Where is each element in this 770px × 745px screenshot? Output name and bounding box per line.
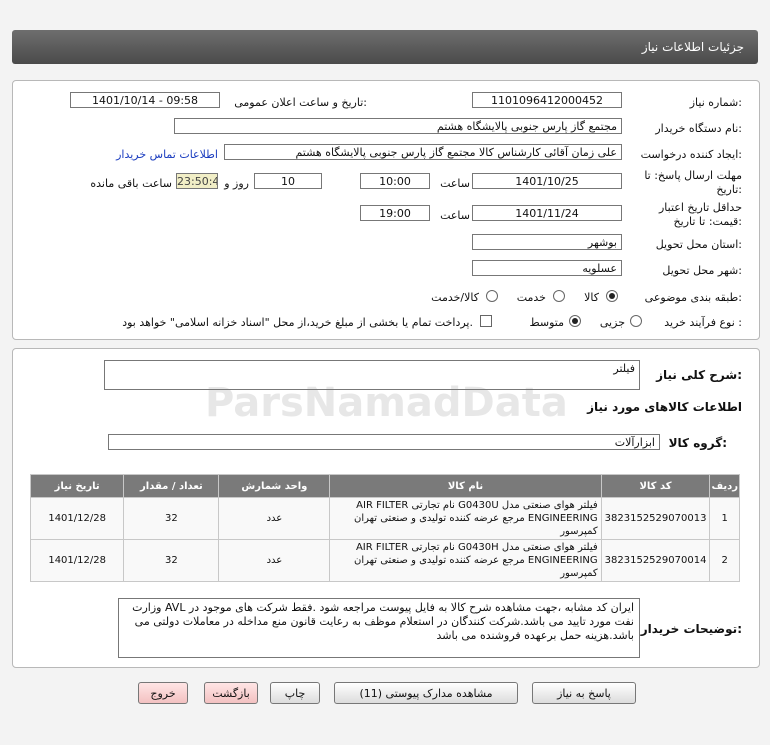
announce-datetime-label: تاریخ و ساعت اعلان عمومی:	[234, 96, 367, 109]
col-unit: واحد شمارش	[218, 474, 331, 498]
goods-table: ردیف کد کالا نام کالا واحد شمارش تعداد /…	[29, 474, 740, 582]
category-option-goods-service: کالا/خدمت	[431, 291, 479, 304]
cell-row: 2	[709, 539, 740, 582]
buyer-org-label: نام دستگاه خریدار:	[655, 122, 742, 135]
category-option-goods: کالا	[584, 291, 599, 304]
cell-date: 1401/12/28	[29, 497, 125, 540]
category-radio-service[interactable]	[553, 290, 565, 302]
need-number-field: 1101096412000452	[472, 92, 622, 108]
deadline-label: مهلت ارسال پاسخ: تا تاریخ:	[644, 169, 742, 196]
province-field: بوشهر	[472, 234, 622, 250]
attachments-button[interactable]: مشاهده مدارک پیوستی (11)	[334, 682, 518, 704]
buyer-contact-link[interactable]: اطلاعات تماس خریدار	[116, 148, 218, 161]
col-name: نام کالا	[329, 474, 602, 498]
table-row: 1 3823152529070013 فیلتر هوای صنعتی مدل …	[29, 497, 740, 540]
deadline-time-label: ساعت	[440, 177, 470, 190]
deadline-time-field: 10:00	[360, 173, 430, 189]
goods-info-title: اطلاعات کالاهای مورد نیاز	[587, 400, 742, 414]
back-button[interactable]: بازگشت	[204, 682, 258, 704]
requester-label: ایجاد کننده درخواست:	[640, 148, 742, 161]
col-code: کد کالا	[600, 474, 711, 498]
cell-qty: 32	[123, 497, 220, 540]
table-row: 2 3823152529070014 فیلتر هوای صنعتی مدل …	[29, 539, 740, 582]
process-option-minor: جزیی	[599, 316, 625, 329]
col-qty: تعداد / مقدار	[123, 474, 220, 498]
treasury-payment-checkbox[interactable]	[480, 315, 492, 327]
goods-group-label: گروه کالا:	[668, 436, 727, 450]
goods-group-field: ابزارآلات	[108, 434, 660, 450]
process-radio-medium[interactable]	[569, 315, 581, 327]
validity-time-label: ساعت	[440, 209, 470, 222]
category-label: طبقه بندی موضوعی:	[644, 291, 742, 304]
buyer-org-field: مجتمع گاز پارس جنوبی پالایشگاه هشتم	[174, 118, 622, 134]
category-radio-goods-service[interactable]	[486, 290, 498, 302]
buyer-notes-field: ایران کد مشابه ،جهت مشاهده شرح کالا به ف…	[118, 598, 640, 658]
days-label: روز و	[224, 177, 249, 190]
summary-field: فیلتر	[104, 360, 640, 390]
category-radio-goods[interactable]	[606, 290, 618, 302]
process-radio-minor[interactable]	[630, 315, 642, 327]
goods-table-header: ردیف کد کالا نام کالا واحد شمارش تعداد /…	[29, 474, 740, 498]
announce-datetime-field: 1401/10/14 - 09:58	[70, 92, 220, 108]
cell-code: 3823152529070013	[600, 497, 711, 540]
remaining-time-field: 23:50:44	[176, 173, 218, 189]
deadline-date-field: 1401/10/25	[472, 173, 622, 189]
page-title: جزئیات اطلاعات نیاز	[641, 40, 744, 54]
remaining-label: ساعت باقی مانده	[90, 177, 172, 190]
col-date: تاریخ نیاز	[29, 474, 125, 498]
summary-label: شرح کلی نیاز:	[656, 368, 742, 382]
cell-unit: عدد	[218, 497, 331, 540]
exit-button[interactable]: خروج	[138, 682, 188, 704]
cell-name: فیلتر هوای صنعتی مدل G0430U نام تجارتی A…	[329, 497, 602, 540]
col-row: ردیف	[709, 474, 740, 498]
province-label: استان محل تحویل:	[655, 238, 742, 251]
validity-date-field: 1401/11/24	[472, 205, 622, 221]
need-number-label: شماره نیاز:	[689, 96, 742, 109]
process-option-medium: متوسط	[529, 316, 564, 329]
page-header: جزئیات اطلاعات نیاز	[12, 30, 758, 64]
cell-code: 3823152529070014	[600, 539, 711, 582]
city-field: عسلویه	[472, 260, 622, 276]
print-button[interactable]: چاپ	[270, 682, 320, 704]
cell-row: 1	[709, 497, 740, 540]
days-field: 10	[254, 173, 322, 189]
requester-field: علی زمان آقائی کارشناس کالا مجتمع گاز پا…	[224, 144, 622, 160]
validity-label: حداقل تاریخ اعتبار قیمت: تا تاریخ:	[658, 201, 742, 228]
treasury-payment-note: پرداخت تمام یا بخشی از مبلغ خرید،از محل …	[122, 316, 473, 329]
cell-name: فیلتر هوای صنعتی مدل G0430H نام تجارتی A…	[329, 539, 602, 582]
cell-unit: عدد	[218, 539, 331, 582]
cell-date: 1401/12/28	[29, 539, 125, 582]
validity-time-field: 19:00	[360, 205, 430, 221]
buyer-notes-label: توضیحات خریدار:	[640, 622, 742, 636]
category-option-service: خدمت	[516, 291, 546, 304]
city-label: شهر محل تحویل:	[662, 264, 742, 277]
cell-qty: 32	[123, 539, 220, 582]
reply-button[interactable]: پاسخ به نیاز	[532, 682, 636, 704]
process-label: نوع فرآیند خرید :	[664, 316, 742, 329]
